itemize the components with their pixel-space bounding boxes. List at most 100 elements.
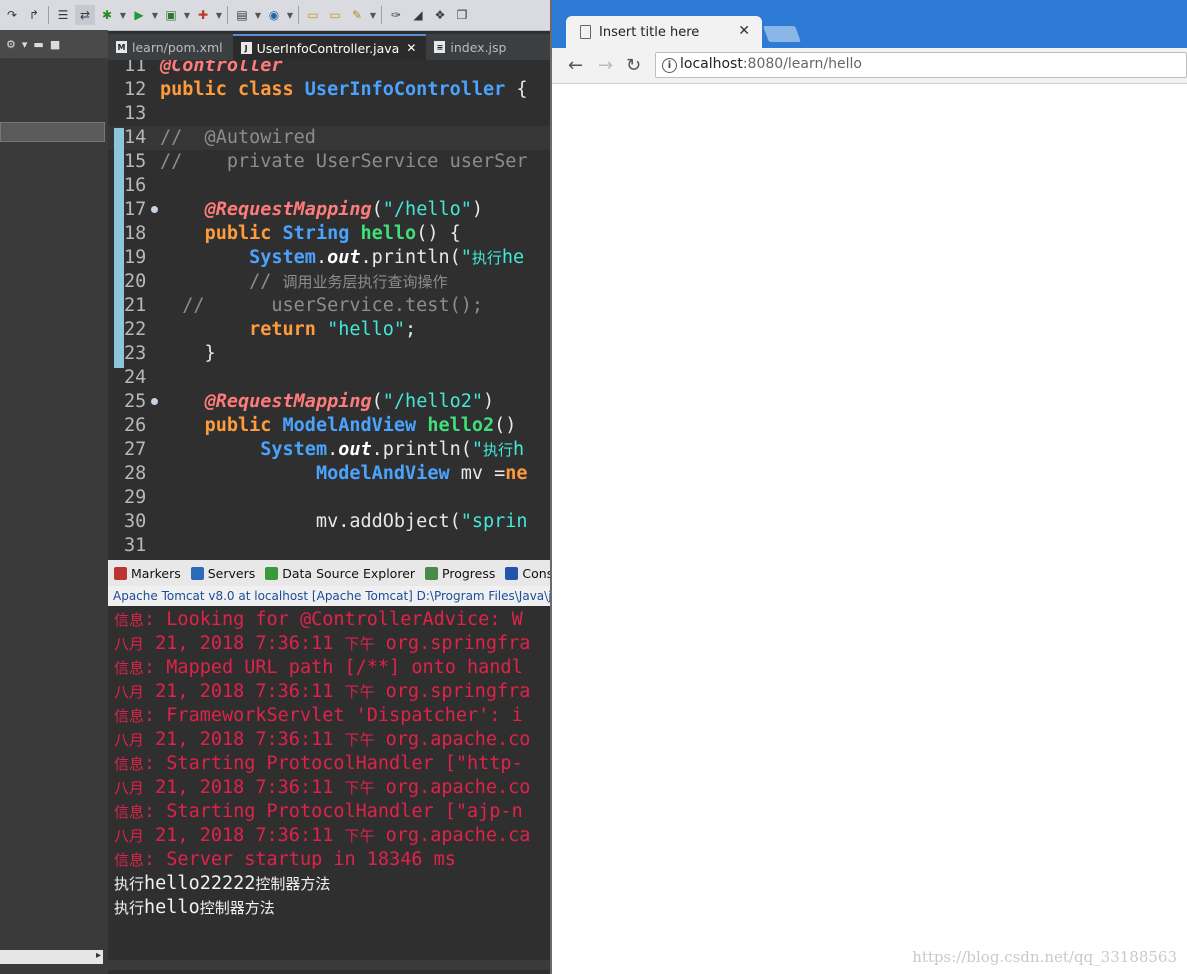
code-line[interactable]: 15 // private UserService userSer	[108, 150, 552, 174]
line-number: 29	[124, 487, 147, 508]
code-line[interactable]: 12 public class UserInfoController {	[108, 78, 552, 102]
line-number: 24	[124, 367, 147, 388]
use-step-filters-icon[interactable]: ☰	[53, 5, 73, 25]
minimize-icon[interactable]: ▬	[33, 38, 43, 51]
annotation-icon[interactable]: ✑	[386, 5, 406, 25]
code-line[interactable]: 11 @Controller	[108, 60, 552, 78]
reload-icon[interactable]: ↻	[626, 55, 641, 76]
url-text: localhost:8080/learn/hello	[680, 56, 862, 72]
line-number: 12	[124, 79, 147, 100]
code-line[interactable]: 25 @RequestMapping("/hello2")	[108, 390, 552, 414]
code-text: System.out.println("执行h	[260, 439, 525, 460]
info-icon[interactable]: i	[662, 58, 677, 73]
selected-tree-item[interactable]	[0, 122, 105, 142]
console-output[interactable]: 信息: Looking for @ControllerAdvice: W 八月 2…	[108, 606, 552, 974]
code-line[interactable]: 13	[108, 102, 552, 126]
scroll-right-icon[interactable]: ▸	[96, 950, 101, 961]
code-line[interactable]: 29	[108, 486, 552, 510]
coverage-dropdown-icon[interactable]: ▼	[183, 5, 191, 25]
search-dropdown-icon[interactable]: ▼	[369, 5, 377, 25]
code-line[interactable]: 27 System.out.println("执行h	[108, 438, 552, 462]
external-tools-dropdown-icon[interactable]: ▼	[215, 5, 223, 25]
page-content	[552, 84, 1187, 974]
back-icon[interactable]: ←	[568, 55, 583, 76]
code-line[interactable]: 17 @RequestMapping("/hello")	[108, 198, 552, 222]
tab-progress[interactable]: Progress	[425, 566, 495, 581]
run-icon[interactable]: ▶	[129, 5, 149, 25]
code-line[interactable]: 19 System.out.println("执行he	[108, 246, 552, 270]
step-return-icon[interactable]: ↷	[2, 5, 22, 25]
code-editor[interactable]: 11 @Controller 12 public class UserInfoCont…	[108, 60, 552, 554]
console-process-title: Apache Tomcat v8.0 at localhost [Apache …	[108, 586, 552, 606]
code-line[interactable]: 24	[108, 366, 552, 390]
console-line: 执行hello控制器方法	[114, 897, 275, 918]
code-text: // @Autowired	[160, 127, 316, 148]
new-server-dropdown-icon[interactable]: ▼	[254, 5, 262, 25]
coverage-icon[interactable]: ▣	[161, 5, 181, 25]
close-icon[interactable]: ✕	[738, 23, 750, 39]
fold-toggle-icon[interactable]	[151, 206, 158, 213]
close-icon[interactable]: ✕	[406, 41, 416, 55]
address-bar[interactable]: i localhost:8080/learn/hello	[655, 52, 1187, 78]
code-text: public ModelAndView hello2()	[204, 415, 517, 436]
line-number: 19	[124, 247, 147, 268]
console-horizontal-scrollbar[interactable]	[108, 960, 552, 970]
new-server-icon[interactable]: ▤	[232, 5, 252, 25]
code-line[interactable]: 23 }	[108, 342, 552, 366]
web-service-dropdown-icon[interactable]: ▼	[286, 5, 294, 25]
console-line: 八月 21, 2018 7:36:11 下午 org.springfra	[114, 681, 531, 702]
forward-icon[interactable]: →	[598, 55, 613, 76]
code-line[interactable]: 14 // @Autowired	[108, 126, 552, 150]
copy-icon[interactable]: ❐	[452, 5, 472, 25]
code-line[interactable]: 20 // 调用业务层执行查询操作	[108, 270, 552, 294]
browser-tab[interactable]: Insert title here ✕	[566, 16, 762, 48]
drop-to-frame-icon[interactable]: ↱	[24, 5, 44, 25]
run-dropdown-icon[interactable]: ▼	[151, 5, 159, 25]
pen-icon[interactable]: ◢	[408, 5, 428, 25]
link-editor-icon[interactable]: ⚙	[6, 38, 16, 51]
debug-icon[interactable]: ✱	[97, 5, 117, 25]
toggle-breakpoint-icon[interactable]: ⇄	[75, 5, 95, 25]
tab-data-source-explorer[interactable]: Data Source Explorer	[265, 566, 415, 581]
code-text: @Controller	[160, 60, 283, 76]
view-menu-icon[interactable]: ▾	[22, 38, 28, 51]
console-line: 八月 21, 2018 7:36:11 下午 org.apache.co	[114, 729, 531, 750]
java-file-icon: J	[240, 42, 252, 54]
maximize-icon[interactable]: ■	[50, 38, 60, 51]
tab-label: Progress	[442, 565, 496, 581]
horizontal-scrollbar[interactable]: ▸	[0, 950, 103, 964]
tab-pom-xml[interactable]: M learn/pom.xml	[108, 34, 233, 60]
tab-userinfocontroller-java[interactable]: J UserInfoController.java ✕	[232, 34, 427, 60]
toolbar-separator	[298, 6, 299, 24]
line-number: 18	[124, 223, 147, 244]
code-line[interactable]: 22 return "hello";	[108, 318, 552, 342]
tab-servers[interactable]: Servers	[190, 566, 255, 581]
console-line: 信息: Starting ProtocolHandler ["http-	[114, 753, 523, 774]
code-text: @RequestMapping("/hello")	[204, 199, 484, 220]
code-text: System.out.println("执行he	[249, 247, 525, 268]
url-path: :8080/learn/hello	[742, 56, 862, 72]
web-service-icon[interactable]: ◉	[264, 5, 284, 25]
code-line[interactable]: 21 // userService.test();	[108, 294, 552, 318]
code-line[interactable]: 26 public ModelAndView hello2()	[108, 414, 552, 438]
line-number: 22	[124, 319, 147, 340]
new-tab-button[interactable]	[763, 26, 801, 42]
debug-dropdown-icon[interactable]: ▼	[119, 5, 127, 25]
console-line: 信息: Mapped URL path [/**] onto handl	[114, 657, 523, 678]
code-line[interactable]: 31	[108, 534, 552, 554]
tab-console[interactable]: Cons	[505, 566, 552, 581]
code-line[interactable]: 18 public String hello() {	[108, 222, 552, 246]
tab-markers[interactable]: Markers	[114, 566, 181, 581]
perspective-icon[interactable]: ❖	[430, 5, 450, 25]
code-line[interactable]: 30 mv.addObject("sprin	[108, 510, 552, 534]
fold-toggle-icon[interactable]	[151, 398, 158, 405]
open-type-icon[interactable]: ▭	[303, 5, 323, 25]
tab-index-jsp[interactable]: ≡ index.jsp	[426, 34, 516, 60]
search-icon[interactable]: ✎	[347, 5, 367, 25]
console-line: 八月 21, 2018 7:36:11 下午 org.springfra	[114, 633, 531, 654]
code-line[interactable]: 16	[108, 174, 552, 198]
external-tools-icon[interactable]: ✚	[193, 5, 213, 25]
open-resource-icon[interactable]: ▭	[325, 5, 345, 25]
browser-window: Insert title here ✕ ← → ↻ i localhost:80…	[552, 0, 1187, 974]
code-line[interactable]: 28 ModelAndView mv =ne	[108, 462, 552, 486]
